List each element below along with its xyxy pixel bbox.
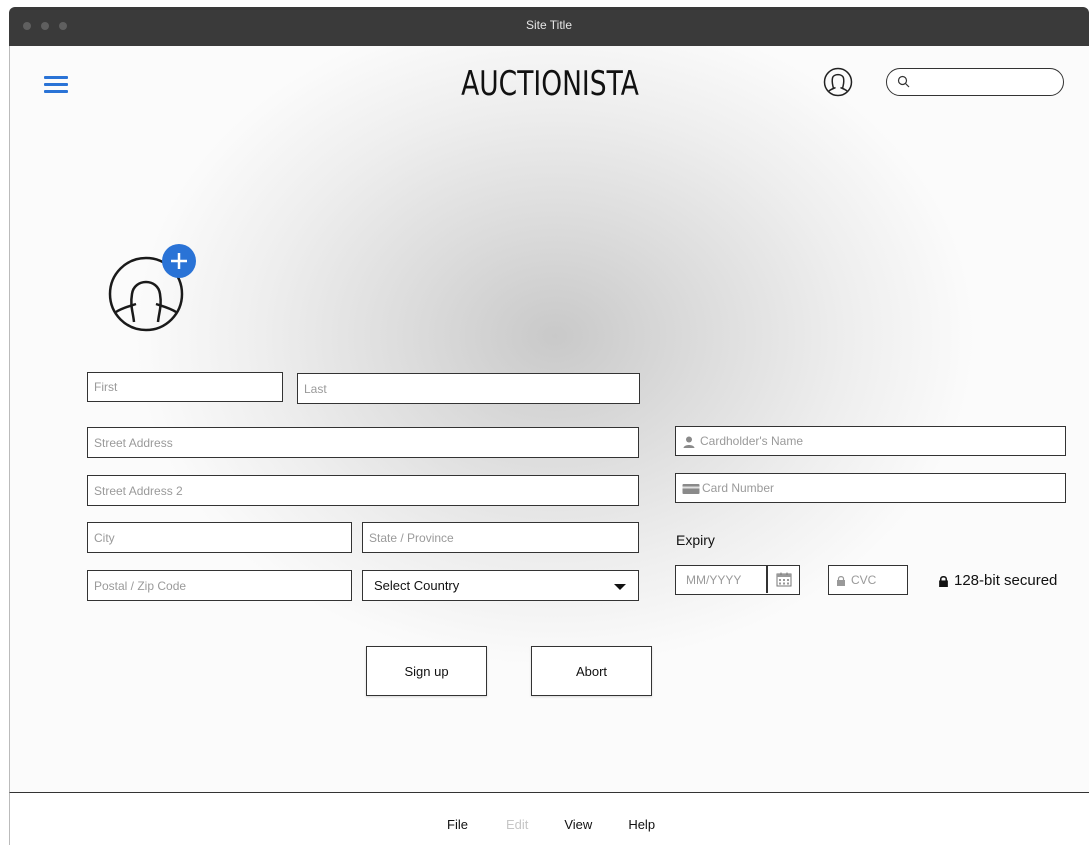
expiry-label: Expiry	[676, 532, 715, 548]
app-window: Site Title AUCTIONISTA First Last Street…	[9, 7, 1089, 845]
secured-text: 128-bit secured	[954, 572, 1058, 589]
street-address-2-field	[87, 475, 639, 506]
menu-view[interactable]: View	[564, 817, 592, 832]
card-number-input[interactable]	[676, 474, 1065, 502]
street-address-input[interactable]	[88, 428, 638, 457]
hamburger-menu-icon[interactable]	[44, 76, 68, 94]
street-address-field	[87, 427, 639, 458]
last-name-field	[297, 373, 640, 404]
abort-button[interactable]: Abort	[531, 646, 652, 696]
search-input[interactable]	[915, 72, 1059, 94]
cvc-field	[828, 565, 908, 595]
expiry-date-field	[675, 565, 800, 595]
state-field	[362, 522, 639, 553]
user-account-icon[interactable]	[823, 67, 853, 97]
title-bar: Site Title	[9, 7, 1089, 46]
search-icon	[897, 75, 910, 88]
person-icon	[683, 436, 695, 448]
city-field	[87, 522, 352, 553]
first-name-input[interactable]	[88, 373, 282, 401]
city-input[interactable]	[88, 523, 351, 552]
window-title: Site Title	[525, 18, 573, 32]
security-note: 128-bit secured	[938, 572, 1057, 589]
postal-code-field	[87, 570, 352, 601]
first-name-field	[87, 372, 283, 402]
padlock-icon	[939, 575, 948, 587]
chevron-down-icon	[614, 584, 626, 590]
signup-button[interactable]: Sign up	[366, 646, 487, 696]
menu-bar: File Edit View Help	[9, 792, 1089, 845]
add-photo-icon[interactable]	[162, 244, 196, 278]
street-address-2-input[interactable]	[88, 476, 638, 505]
cardholder-name-input[interactable]	[676, 427, 1065, 455]
menu-help[interactable]: Help	[628, 817, 655, 832]
expiry-divider	[766, 566, 768, 593]
country-select-value: Select Country	[374, 578, 460, 593]
country-select[interactable]: Select Country	[362, 570, 639, 601]
menu-items: File Edit View Help	[447, 817, 655, 832]
credit-card-icon	[682, 484, 700, 494]
expiry-date-input[interactable]	[676, 566, 766, 593]
avatar-upload[interactable]	[106, 242, 196, 334]
card-number-field	[675, 473, 1066, 503]
calendar-icon[interactable]	[776, 572, 792, 587]
page-content: AUCTIONISTA First Last Street Address St…	[9, 46, 1089, 792]
cardholder-name-field	[675, 426, 1066, 456]
menu-file[interactable]: File	[447, 817, 468, 832]
state-input[interactable]	[363, 523, 638, 552]
last-name-input[interactable]	[298, 374, 639, 403]
search-box	[886, 68, 1064, 96]
menu-edit[interactable]: Edit	[506, 817, 528, 832]
postal-code-input[interactable]	[88, 571, 351, 600]
lock-icon	[837, 576, 845, 586]
